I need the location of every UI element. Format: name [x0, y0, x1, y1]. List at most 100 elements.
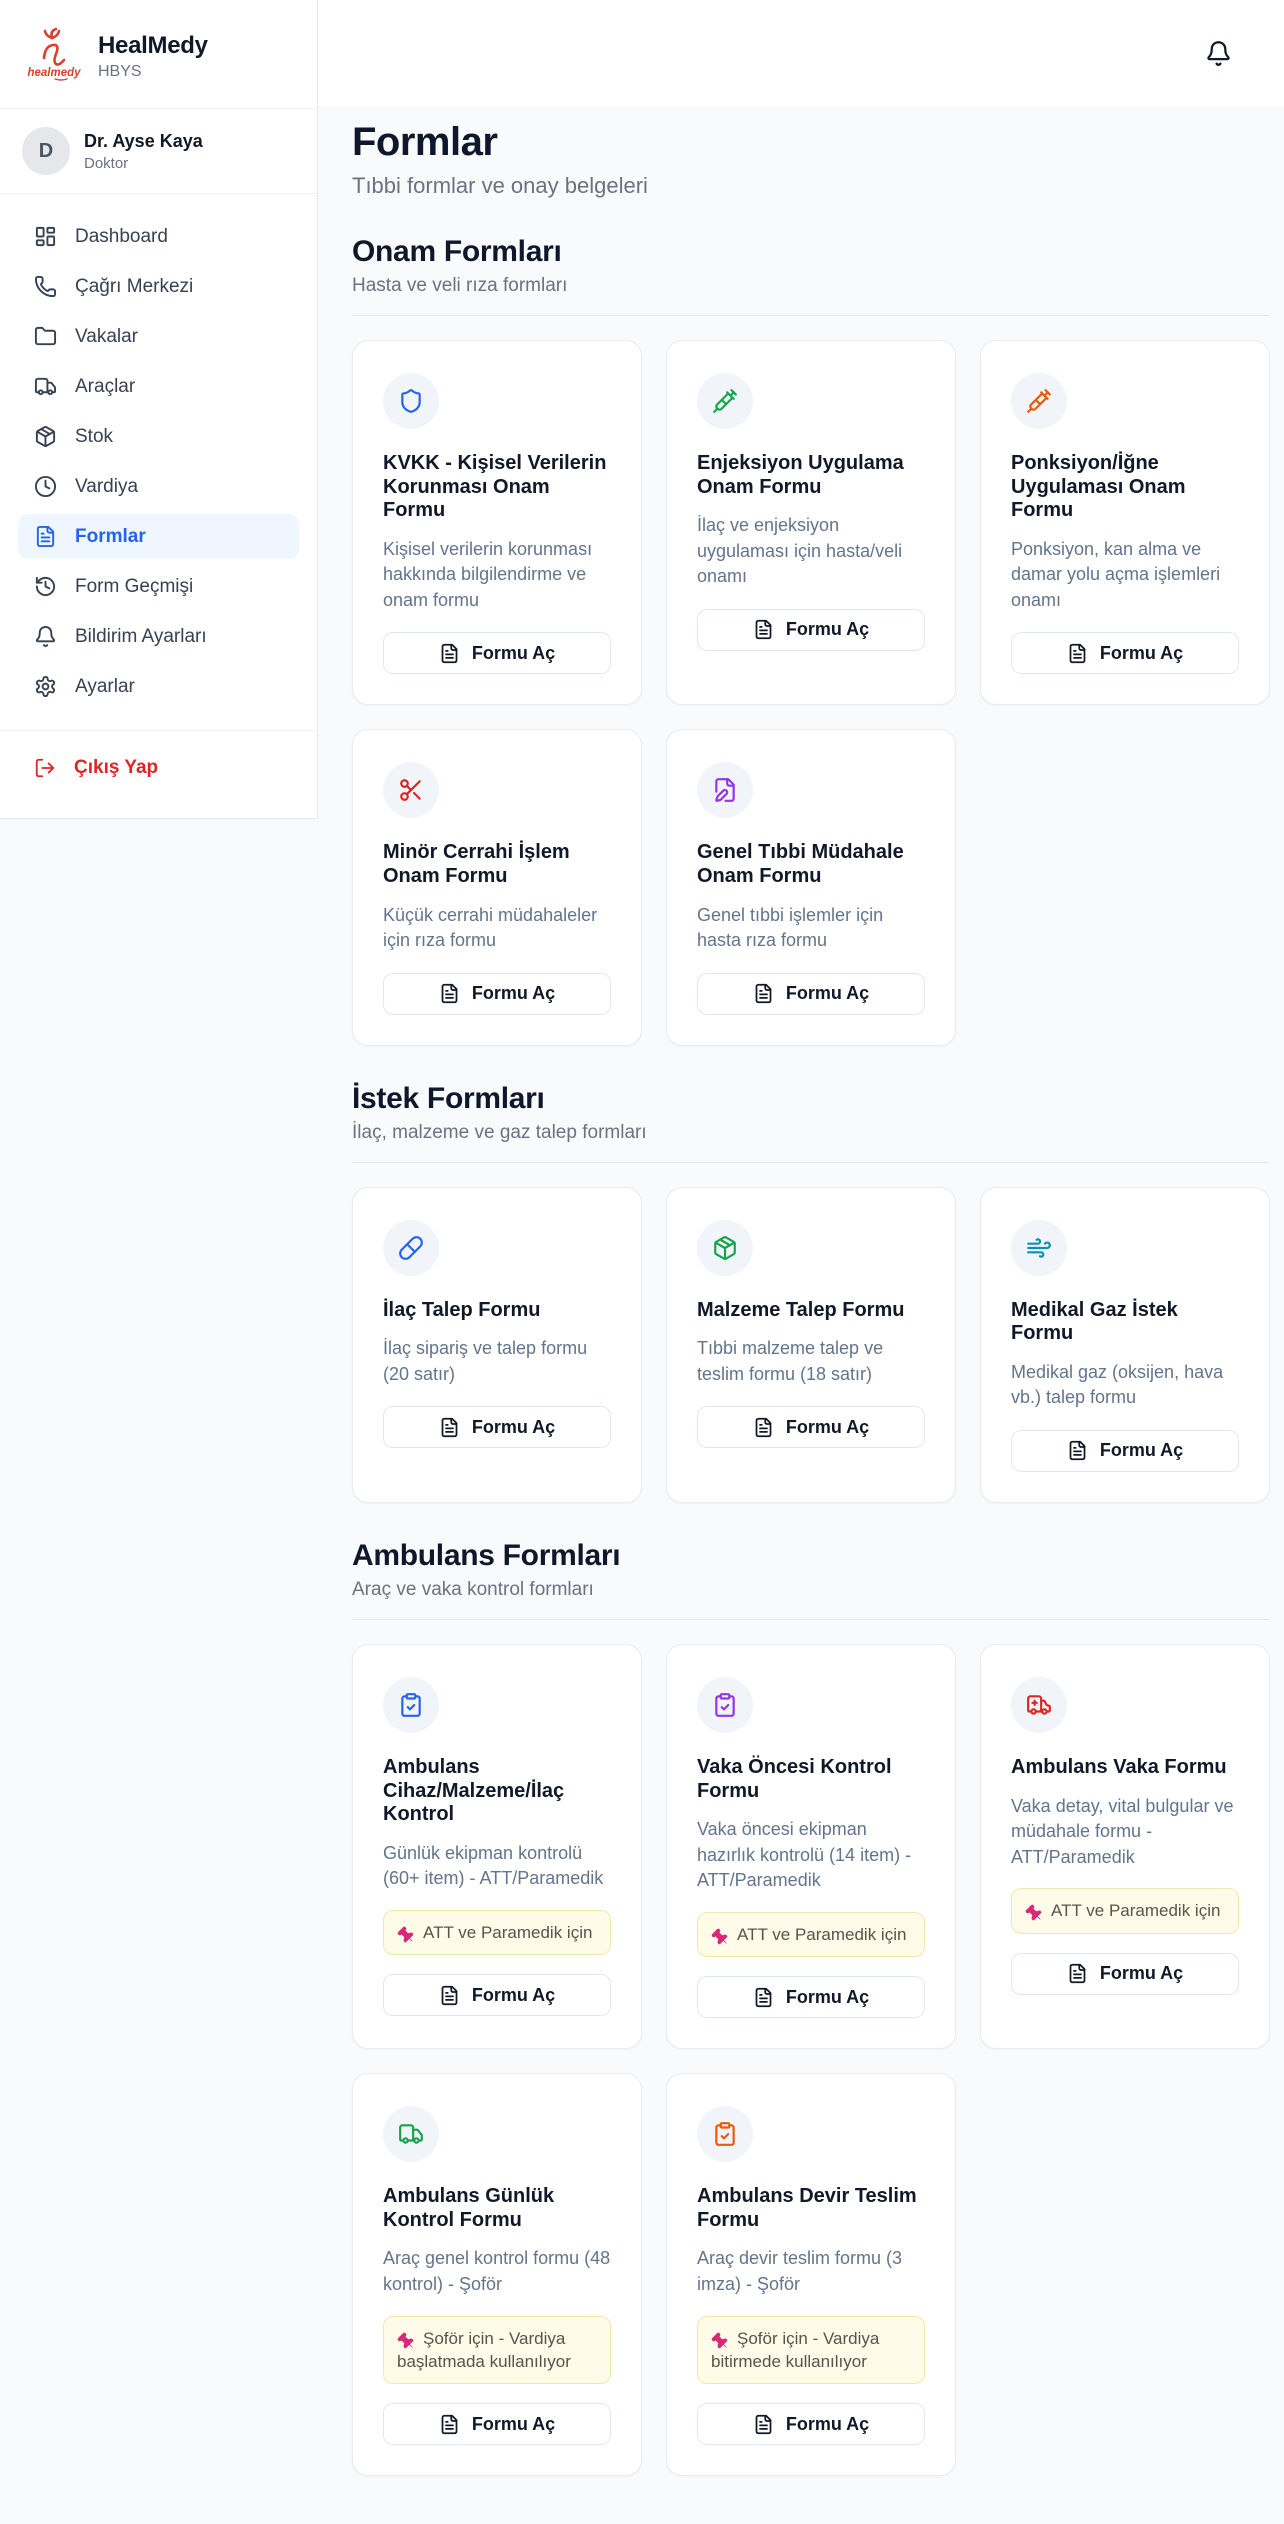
logout-button[interactable]: Çıkış Yap: [18, 745, 299, 790]
file-text-icon: [34, 525, 57, 548]
pill-icon: [398, 1235, 424, 1261]
open-form-button-label: Formu Aç: [1100, 643, 1183, 664]
file-text-icon: [1067, 1440, 1088, 1461]
card-title: Genel Tıbbi Müdahale Onam Formu: [697, 841, 925, 888]
section-divider: [352, 1162, 1270, 1163]
notifications-bell-button[interactable]: [1199, 34, 1238, 73]
form-card: Enjeksiyon Uygulama Onam Formu İlaç ve e…: [666, 340, 956, 705]
sidebar-item-label: Form Geçmişi: [75, 576, 193, 598]
truck-icon: [398, 2121, 424, 2147]
syringe-icon: [712, 388, 738, 414]
sidebar-item-dashboard[interactable]: Dashboard: [18, 214, 299, 259]
open-form-button-label: Formu Aç: [1100, 1440, 1183, 1461]
sidebar-item--a-r-merkezi[interactable]: Çağrı Merkezi: [18, 264, 299, 309]
file-text-icon: [439, 643, 460, 664]
pushpin-icon: [1025, 1903, 1044, 1922]
sidebar-item-form-ge-mi-i[interactable]: Form Geçmişi: [18, 564, 299, 609]
package-icon: [712, 1235, 738, 1261]
sidebar-item-stok[interactable]: Stok: [18, 414, 299, 459]
brand-header: healmedy HealMedy HBYS: [0, 0, 317, 109]
form-card: Ponksiyon/İğne Uygulaması Onam Formu Pon…: [980, 340, 1270, 705]
sidebar-item-bildirim-ayarlar-[interactable]: Bildirim Ayarları: [18, 614, 299, 659]
card-icon-circle: [697, 1677, 753, 1733]
section-subtitle: Hasta ve veli rıza formları: [352, 275, 1270, 297]
healmedy-logo: healmedy: [22, 24, 86, 88]
form-card: Ambulans Cihaz/Malzeme/İlaç Kontrol Günl…: [352, 1644, 642, 2049]
card-description: Kişisel verilerin korunması hakkında bil…: [383, 537, 611, 614]
form-sections: Onam Formları Hasta ve veli rıza formlar…: [352, 235, 1270, 2476]
sidebar-item-vardiya[interactable]: Vardiya: [18, 464, 299, 509]
brand-product: HBYS: [98, 63, 208, 81]
card-title: Medikal Gaz İstek Formu: [1011, 1299, 1239, 1346]
topbar: [318, 0, 1284, 106]
card-title: Minör Cerrahi İşlem Onam Formu: [383, 841, 611, 888]
sidebar-item-label: Ayarlar: [75, 676, 135, 698]
form-card: Minör Cerrahi İşlem Onam Formu Küçük cer…: [352, 729, 642, 1045]
section-title: Onam Formları: [352, 235, 1270, 269]
open-form-button[interactable]: Formu Aç: [697, 2403, 925, 2445]
file-text-icon: [1067, 1963, 1088, 1984]
card-icon-circle: [383, 1677, 439, 1733]
form-card: Vaka Öncesi Kontrol Formu Vaka öncesi ek…: [666, 1644, 956, 2049]
sidebar-item-ara-lar[interactable]: Araçlar: [18, 364, 299, 409]
clipboard-check-icon: [398, 1692, 424, 1718]
open-form-button[interactable]: Formu Aç: [383, 973, 611, 1015]
section-divider: [352, 315, 1270, 316]
syringe-icon: [1026, 388, 1052, 414]
open-form-button-label: Formu Aç: [472, 2414, 555, 2435]
section-subtitle: Araç ve vaka kontrol formları: [352, 1579, 1270, 1601]
card-icon-circle: [1011, 373, 1067, 429]
card-title: Vaka Öncesi Kontrol Formu: [697, 1756, 925, 1803]
open-form-button[interactable]: Formu Aç: [697, 1406, 925, 1448]
file-text-icon: [753, 1987, 774, 2008]
truck-icon: [34, 375, 57, 398]
card-icon-circle: [697, 1220, 753, 1276]
card-role-badge: Şoför için - Vardiya başlatmada kullanıl…: [383, 2316, 611, 2385]
log-out-icon: [34, 757, 56, 779]
card-description: Vaka detay, vital bulgular ve müdahale f…: [1011, 1794, 1239, 1871]
card-description: Küçük cerrahi müdahaleler için rıza form…: [383, 903, 611, 954]
form-section: Onam Formları Hasta ve veli rıza formlar…: [352, 235, 1270, 1046]
card-icon-circle: [697, 762, 753, 818]
open-form-button[interactable]: Formu Aç: [697, 609, 925, 651]
card-icon-circle: [1011, 1677, 1067, 1733]
sidebar-item-label: Bildirim Ayarları: [75, 626, 207, 648]
card-icon-circle: [383, 2106, 439, 2162]
card-title: Ambulans Vaka Formu: [1011, 1756, 1239, 1780]
card-icon-circle: [383, 1220, 439, 1276]
form-card: KVKK - Kişisel Verilerin Korunması Onam …: [352, 340, 642, 705]
wind-icon: [1026, 1235, 1052, 1261]
ambulance-icon: [1026, 1692, 1052, 1718]
sidebar-item-formlar[interactable]: Formlar: [18, 514, 299, 559]
open-form-button[interactable]: Formu Aç: [383, 1406, 611, 1448]
open-form-button-label: Formu Aç: [472, 1985, 555, 2006]
sidebar-item-label: Çağrı Merkezi: [75, 276, 193, 298]
bell-icon: [1205, 40, 1232, 67]
section-title: İstek Formları: [352, 1082, 1270, 1116]
sidebar-item-label: Araçlar: [75, 376, 135, 398]
open-form-button[interactable]: Formu Aç: [1011, 632, 1239, 674]
card-title: Enjeksiyon Uygulama Onam Formu: [697, 452, 925, 499]
open-form-button[interactable]: Formu Aç: [383, 2403, 611, 2445]
card-title: Malzeme Talep Formu: [697, 1299, 925, 1323]
card-description: Medikal gaz (oksijen, hava vb.) talep fo…: [1011, 1360, 1239, 1411]
open-form-button[interactable]: Formu Aç: [383, 632, 611, 674]
section-divider: [352, 1619, 1270, 1620]
open-form-button[interactable]: Formu Aç: [697, 973, 925, 1015]
page-subtitle: Tıbbi formlar ve onay belgeleri: [352, 173, 1270, 199]
layout-dashboard-icon: [34, 225, 57, 248]
file-text-icon: [753, 2414, 774, 2435]
user-profile: D Dr. Ayse Kaya Doktor: [0, 109, 317, 194]
card-description: Genel tıbbi işlemler için hasta rıza for…: [697, 903, 925, 954]
open-form-button[interactable]: Formu Aç: [1011, 1430, 1239, 1472]
sidebar-item-vakalar[interactable]: Vakalar: [18, 314, 299, 359]
sidebar-item-label: Vardiya: [75, 476, 138, 498]
open-form-button[interactable]: Formu Aç: [383, 1974, 611, 2016]
sidebar-item-ayarlar[interactable]: Ayarlar: [18, 664, 299, 709]
form-card: Genel Tıbbi Müdahale Onam Formu Genel tı…: [666, 729, 956, 1045]
history-icon: [34, 575, 57, 598]
open-form-button[interactable]: Formu Aç: [697, 1976, 925, 2018]
form-card: Medikal Gaz İstek Formu Medikal gaz (oks…: [980, 1187, 1270, 1503]
open-form-button[interactable]: Formu Aç: [1011, 1953, 1239, 1995]
sidebar-item-label: Formlar: [75, 526, 146, 548]
